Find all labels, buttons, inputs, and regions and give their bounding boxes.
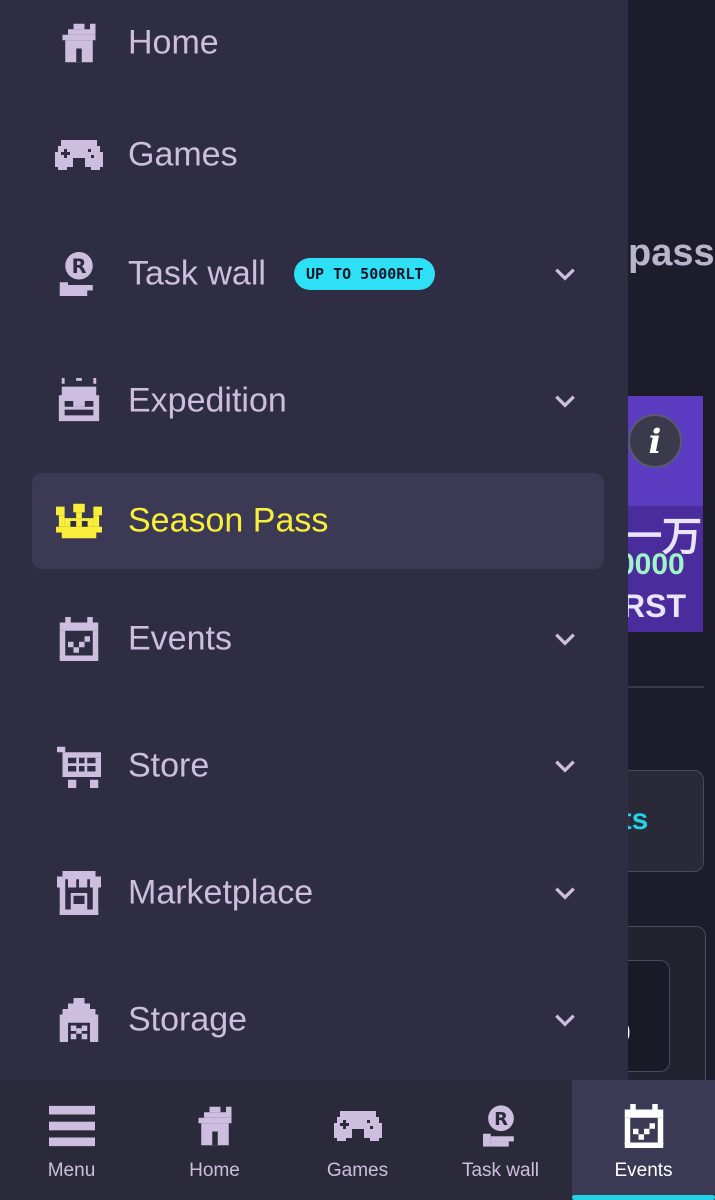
nav-item-games[interactable]: Games [32,107,604,203]
active-tab-indicator [572,1195,715,1200]
tab-task-wall[interactable]: R Task wall [429,1080,572,1200]
nav-item-store[interactable]: Store [32,718,604,814]
crown-icon [54,496,104,546]
home-icon [54,18,104,68]
task-wall-icon: R [476,1102,526,1150]
nav-item-label: Marketplace [128,873,314,912]
warehouse-icon [54,995,104,1045]
banner-text-2: 0000 [628,548,685,581]
calendar-check-icon [619,1102,669,1150]
nav-item-season-pass[interactable]: Season Pass [32,473,604,569]
calendar-check-icon [54,614,104,664]
chevron-down-icon[interactable] [552,1007,578,1033]
reward-badge: UP TO 5000RLT [294,258,436,290]
treasure-chest-icon [54,376,104,426]
tab-label: Task wall [461,1160,540,1181]
background-button[interactable]: sts [628,770,704,872]
nav-item-label: Task wall [128,254,266,293]
background-page: pass 一万 0000 RST i sts 0 [628,0,715,1080]
nav-item-label: Expedition [128,381,287,420]
menu-icon [47,1102,97,1150]
tab-menu[interactable]: Menu [0,1080,143,1200]
nav-item-label: Games [128,135,238,174]
svg-text:R: R [494,1109,508,1130]
tab-games[interactable]: Games [286,1080,429,1200]
nav-item-events[interactable]: Events [32,591,604,687]
tab-label: Menu [47,1160,96,1181]
banner-text-3: RST [628,588,686,624]
nav-item-label: Storage [128,1000,248,1039]
tab-home[interactable]: Home [143,1080,286,1200]
nav-item-expedition[interactable]: Expedition [32,353,604,449]
tab-label: Home [189,1160,240,1181]
tab-label: Events [614,1160,673,1181]
task-wall-icon: R [54,249,104,299]
gamepad-icon [54,130,104,180]
background-card-value: 0 [628,1017,631,1049]
nav-item-home[interactable]: Home [32,0,604,91]
svg-text:R: R [72,255,87,278]
background-button-label: sts [628,803,649,836]
tab-label: Games [326,1160,389,1181]
gamepad-icon [333,1102,383,1150]
cart-icon [54,741,104,791]
divider [628,686,704,688]
nav-item-label: Home [128,23,219,62]
chevron-down-icon[interactable] [552,626,578,652]
info-icon[interactable]: i [628,414,682,468]
chevron-down-icon[interactable] [552,880,578,906]
tab-events[interactable]: Events [572,1080,715,1200]
background-heading: pass [628,232,715,274]
home-icon [190,1102,240,1150]
shop-icon [54,868,104,918]
chevron-down-icon[interactable] [552,261,578,287]
chevron-down-icon[interactable] [552,388,578,414]
nav-item-label: Store [128,746,210,785]
nav-item-marketplace[interactable]: Marketplace [32,845,604,941]
nav-item-label: Season Pass [128,501,329,540]
nav-item-label: Events [128,619,232,658]
side-drawer: Home Games R Task wall UP TO 5000RLT Exp… [0,0,628,1080]
nav-item-storage[interactable]: Storage [32,972,604,1068]
background-card-inner[interactable]: 0 [628,960,670,1072]
nav-item-task-wall[interactable]: R Task wall UP TO 5000RLT [32,226,604,322]
chevron-down-icon[interactable] [552,753,578,779]
bottom-nav-bar: Menu Home Games R Task wall Events [0,1080,715,1200]
